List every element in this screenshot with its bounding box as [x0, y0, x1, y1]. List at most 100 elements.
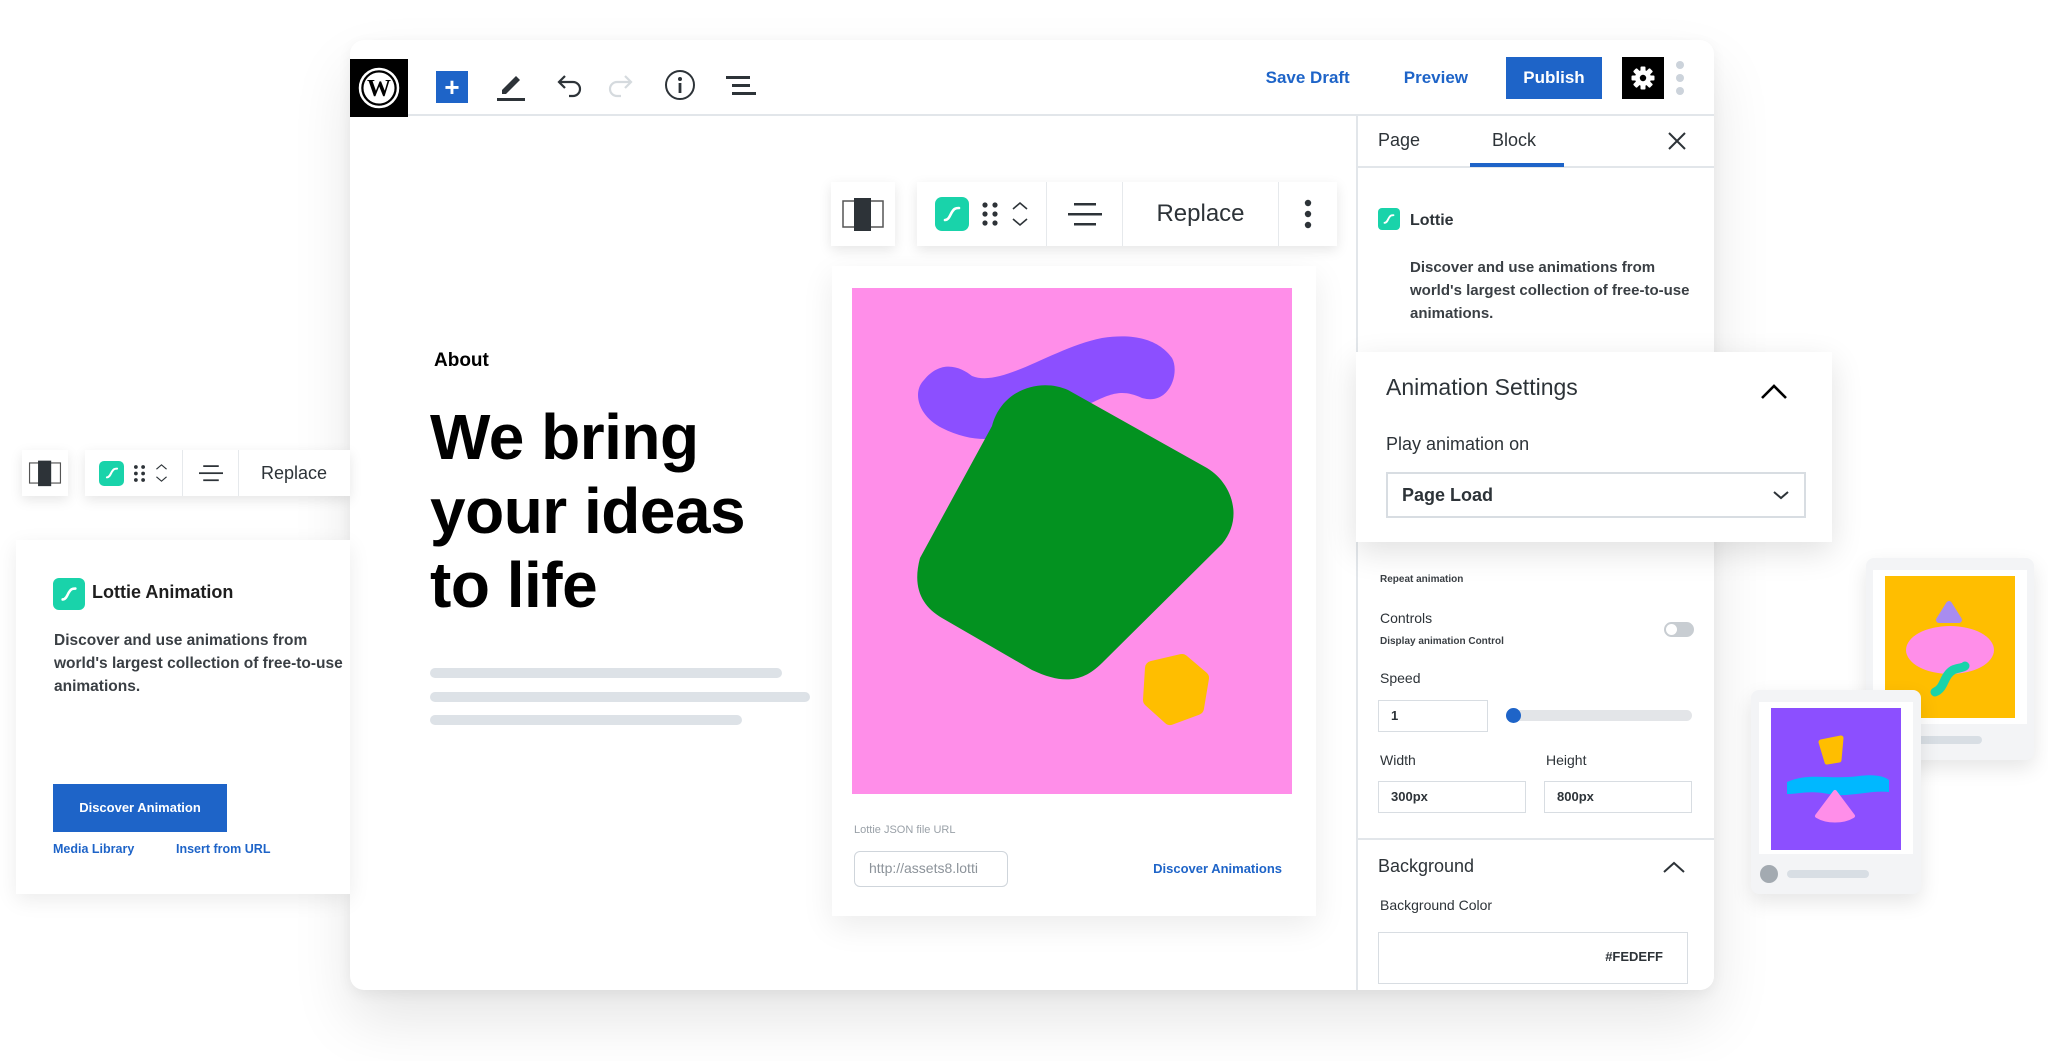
kebab-dot: [1676, 61, 1684, 69]
wordpress-logo-icon[interactable]: W: [350, 59, 408, 117]
chevron-down-icon[interactable]: [1011, 217, 1029, 227]
tab-block[interactable]: Block: [1492, 130, 1536, 151]
close-icon[interactable]: [1666, 130, 1688, 152]
placeholder-text-line: [430, 692, 810, 702]
speed-input[interactable]: 1: [1378, 700, 1488, 732]
width-input[interactable]: 300px: [1378, 781, 1526, 813]
lottie-icon[interactable]: [934, 197, 969, 231]
headline-line: We bring: [430, 401, 699, 473]
width-label: Width: [1380, 752, 1416, 768]
lottie-block[interactable]: Lottie JSON file URL http://assets8.lott…: [832, 266, 1316, 916]
animation-settings-title: Animation Settings: [1386, 374, 1578, 400]
align-center-icon: [198, 465, 223, 482]
card-description: Discover and use animations from world's…: [54, 632, 343, 695]
block-toolbar: Replace: [85, 450, 350, 496]
speed-slider[interactable]: [1506, 708, 1692, 723]
speed-slider-thumb[interactable]: [1506, 708, 1521, 723]
add-block-button[interactable]: +: [436, 71, 468, 103]
headline-line: to life: [430, 549, 598, 621]
media-text-icon: [842, 198, 884, 231]
placeholder-line: [1787, 870, 1869, 878]
drag-handle-icon[interactable]: [133, 464, 146, 483]
json-url-label: Lottie JSON file URL: [854, 824, 956, 836]
block-toolbar: Replace: [917, 182, 1337, 246]
save-draft-button[interactable]: Save Draft: [1266, 68, 1350, 88]
author-avatar: [1760, 865, 1778, 883]
chevron-down-icon: [1773, 491, 1789, 500]
block-toolbar-group: [85, 450, 183, 496]
sidebar-tabs: Page Block: [1358, 116, 1714, 168]
block-type-switcher[interactable]: [22, 450, 68, 496]
discover-animations-link[interactable]: Discover Animations: [1153, 861, 1282, 876]
yellow-hexagon-shape: [1143, 654, 1209, 725]
card-title: Lottie Animation: [92, 582, 234, 602]
replace-label: Replace: [260, 462, 328, 483]
publish-button[interactable]: Publish: [1506, 57, 1602, 99]
height-label: Height: [1546, 752, 1587, 768]
background-color-input[interactable]: #FEDEFF: [1378, 932, 1688, 984]
preview-button[interactable]: Preview: [1404, 68, 1468, 88]
lottie-animation-preview[interactable]: [852, 288, 1292, 794]
align-center-icon: [1067, 203, 1102, 226]
more-options-button[interactable]: [1676, 61, 1684, 95]
block-card-icon: [1378, 208, 1400, 230]
discover-animation-button[interactable]: Discover Animation: [53, 784, 227, 832]
chevron-up-icon[interactable]: [1011, 201, 1029, 211]
list-view-button[interactable]: [724, 72, 758, 100]
background-section-title[interactable]: Background: [1378, 856, 1474, 877]
details-button[interactable]: [664, 69, 696, 101]
align-button[interactable]: [1047, 182, 1123, 246]
top-actions: Save Draft Preview Publish: [1266, 55, 1684, 101]
play-animation-label: Play animation on: [1386, 434, 1530, 454]
redo-button[interactable]: [605, 70, 635, 100]
gear-icon: [1631, 66, 1655, 90]
controls-sublabel: Display animation Control: [1380, 636, 1504, 647]
settings-button[interactable]: [1622, 57, 1664, 99]
chevron-up-icon[interactable]: [155, 463, 168, 471]
chevron-down-icon[interactable]: [155, 475, 168, 483]
block-type-switcher[interactable]: [831, 182, 895, 246]
play-animation-select[interactable]: Page Load: [1386, 472, 1806, 518]
undo-icon: [557, 75, 582, 98]
placeholder-text-line: [430, 715, 742, 725]
info-icon: [665, 70, 695, 100]
block-description: Discover and use animations from world's…: [1410, 259, 1690, 322]
background-color-label: Background Color: [1380, 897, 1493, 913]
animation-settings-panel: Animation Settings Play animation on Pag…: [1356, 352, 1832, 542]
lottie-icon: [1378, 208, 1400, 230]
insert-from-url-link[interactable]: Insert from URL: [176, 842, 270, 856]
section-eyebrow: About: [434, 350, 489, 371]
toggle-knob: [1666, 624, 1677, 635]
block-options-button[interactable]: [1279, 182, 1337, 246]
align-button[interactable]: [183, 450, 239, 496]
svg-text:W: W: [367, 76, 391, 102]
thumbnail-frame: [1759, 702, 1913, 854]
replace-button[interactable]: Replace: [1123, 182, 1279, 246]
controls-toggle[interactable]: [1664, 622, 1694, 637]
replace-label: Replace: [1156, 200, 1245, 227]
thumbnail-art: [1771, 708, 1901, 850]
kebab-dot: [1676, 74, 1684, 82]
drag-handle-icon[interactable]: [981, 201, 999, 227]
chevron-up-icon[interactable]: [1760, 382, 1788, 400]
placeholder-text-line: [430, 668, 782, 678]
move-buttons: [155, 463, 168, 483]
json-url-input[interactable]: http://assets8.lotti: [854, 851, 1008, 887]
undo-button[interactable]: [555, 70, 585, 100]
settings-sidebar: Page Block Lottie Discover and use anima…: [1356, 116, 1714, 990]
edit-tool-button[interactable]: [494, 68, 528, 102]
play-animation-value: Page Load: [1402, 485, 1494, 505]
replace-button[interactable]: Replace: [239, 450, 349, 496]
media-text-icon: [28, 460, 62, 487]
pencil-icon: [497, 76, 525, 101]
top-toolbar: W + Save Draft Preview Publish: [350, 40, 1714, 117]
page-headline[interactable]: We bring your ideas to life: [430, 400, 850, 622]
plus-icon: +: [444, 72, 460, 102]
animation-thumbnail-card[interactable]: [1751, 690, 1921, 894]
height-input[interactable]: 800px: [1544, 781, 1692, 813]
lottie-icon[interactable]: [99, 460, 124, 486]
chevron-up-icon[interactable]: [1662, 860, 1686, 874]
block-toolbar-group: [917, 182, 1047, 246]
media-library-link[interactable]: Media Library: [53, 842, 134, 856]
tab-page[interactable]: Page: [1378, 130, 1420, 151]
